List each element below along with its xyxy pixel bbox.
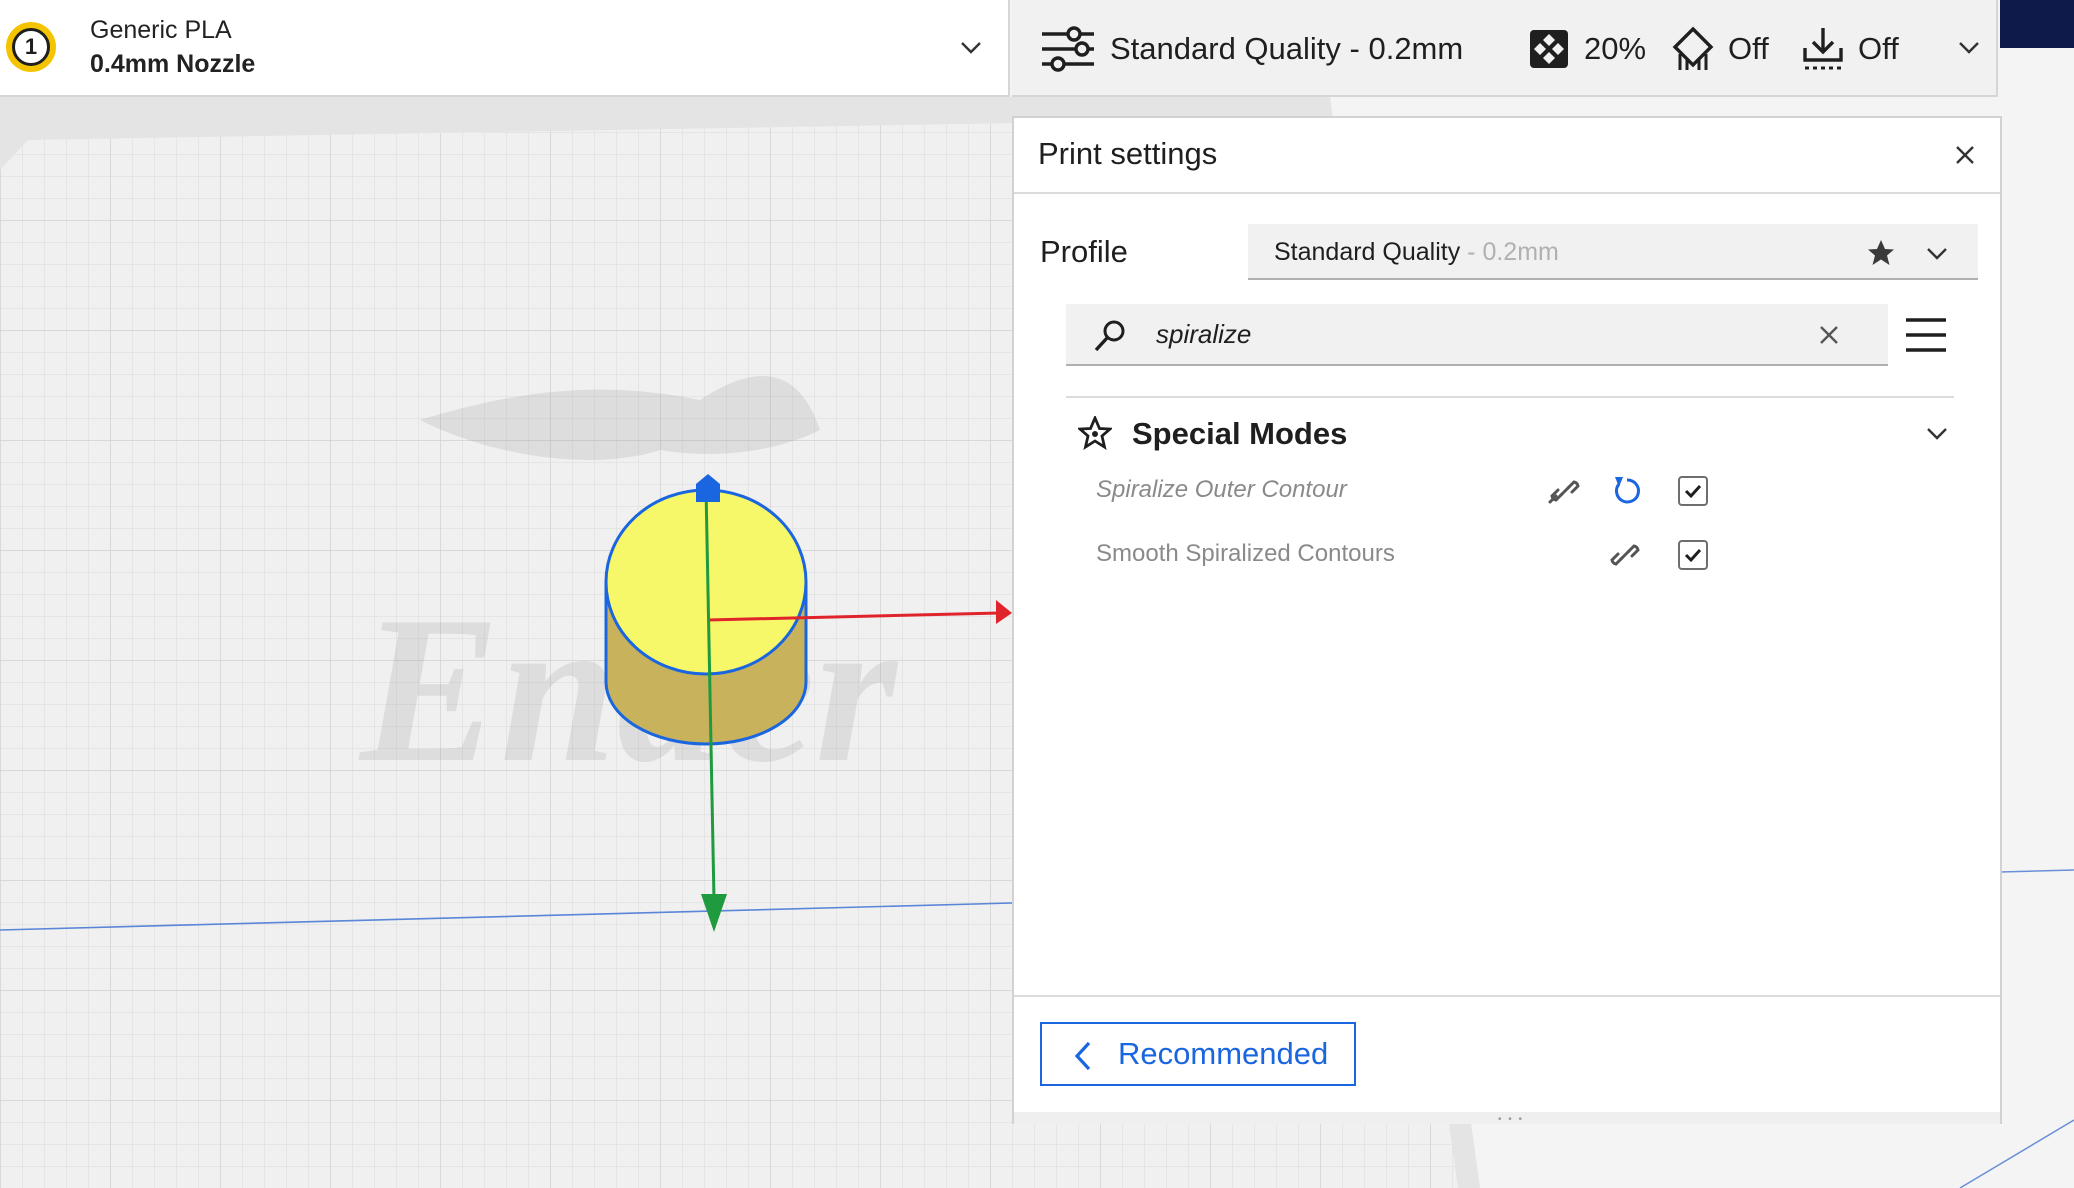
settings-search-box bbox=[1066, 304, 1888, 366]
recommended-button[interactable]: Recommended bbox=[1040, 1022, 1356, 1086]
star-icon[interactable] bbox=[1866, 238, 1896, 268]
chevron-down-icon[interactable] bbox=[958, 34, 984, 60]
extruder-number: 1 bbox=[12, 28, 50, 66]
setting-row-spiralize-outer-contour: Spiralize Outer Contour bbox=[1066, 462, 1954, 518]
setting-row-smooth-spiralized-contours: Smooth Spiralized Contours bbox=[1066, 526, 1954, 582]
recommended-label: Recommended bbox=[1118, 1036, 1329, 1071]
check-icon bbox=[1684, 484, 1702, 499]
nozzle-size: 0.4mm Nozzle bbox=[90, 50, 256, 78]
hamburger-menu-icon[interactable] bbox=[1906, 316, 1946, 354]
chevron-down-icon[interactable] bbox=[1956, 34, 1982, 60]
adhesion-icon bbox=[1803, 27, 1843, 69]
dark-toolbar-strip bbox=[2000, 0, 2074, 48]
panel-title: Print settings bbox=[1038, 136, 1218, 171]
infill-icon bbox=[1530, 29, 1568, 68]
sliders-icon bbox=[1042, 25, 1094, 72]
print-settings-summary[interactable]: Standard Quality - 0.2mm 20% Off Off bbox=[1012, 0, 1998, 97]
clear-icon[interactable] bbox=[1818, 324, 1840, 346]
checkbox-smooth-spiralized-contours[interactable] bbox=[1678, 540, 1708, 570]
setting-label: Smooth Spiralized Contours bbox=[1096, 540, 1395, 567]
infill-summary[interactable]: 20% bbox=[1528, 0, 1646, 97]
category-label: Special Modes bbox=[1132, 416, 1348, 451]
profile-layer-height: 0.2mm bbox=[1482, 238, 1559, 266]
link-icon bbox=[1548, 480, 1580, 504]
resize-grip-icon[interactable]: • • • bbox=[1498, 1114, 1524, 1125]
reset-icon[interactable] bbox=[1610, 474, 1644, 508]
profile-label: Profile bbox=[1040, 234, 1128, 269]
support-summary[interactable]: Off bbox=[1672, 0, 1769, 97]
check-icon bbox=[1684, 548, 1702, 563]
material-selector[interactable]: 1 Generic PLA 0.4mm Nozzle bbox=[0, 0, 1010, 97]
extruder-badge: 1 bbox=[6, 22, 56, 72]
profile-name: Standard Quality bbox=[1274, 238, 1461, 266]
chevron-down-icon[interactable] bbox=[1924, 420, 1950, 446]
special-modes-star-icon bbox=[1078, 416, 1112, 450]
profile-name-wrap: Standard Quality - 0.2mm bbox=[1274, 238, 1559, 267]
checkbox-spiralize-outer-contour[interactable] bbox=[1678, 476, 1708, 506]
link-icon bbox=[1610, 544, 1640, 566]
profile-summary[interactable]: Standard Quality - 0.2mm bbox=[1040, 0, 1463, 97]
support-value: Off bbox=[1728, 30, 1769, 66]
profile-summary-label: Standard Quality - 0.2mm bbox=[1110, 30, 1464, 66]
chevron-down-icon[interactable] bbox=[1924, 240, 1950, 266]
adhesion-value: Off bbox=[1858, 30, 1899, 66]
chevron-left-icon bbox=[1074, 1041, 1091, 1071]
profile-separator: - bbox=[1460, 238, 1483, 266]
category-special-modes[interactable]: Special Modes bbox=[1066, 398, 1954, 462]
support-icon bbox=[1672, 26, 1714, 70]
search-icon bbox=[1094, 320, 1125, 352]
setting-label: Spiralize Outer Contour bbox=[1096, 476, 1347, 503]
close-icon[interactable] bbox=[1952, 142, 1978, 168]
adhesion-summary[interactable]: Off bbox=[1802, 0, 1899, 97]
panel-header: Print settings bbox=[1014, 118, 2000, 194]
settings-search-input[interactable] bbox=[1156, 314, 1796, 354]
footer-divider bbox=[1014, 995, 2000, 997]
print-settings-panel: Print settings Profile Standard Quality … bbox=[1012, 116, 2002, 1125]
infill-value: 20% bbox=[1584, 30, 1647, 66]
profile-dropdown[interactable]: Standard Quality - 0.2mm bbox=[1248, 224, 1978, 280]
material-name: Generic PLA bbox=[90, 16, 232, 44]
